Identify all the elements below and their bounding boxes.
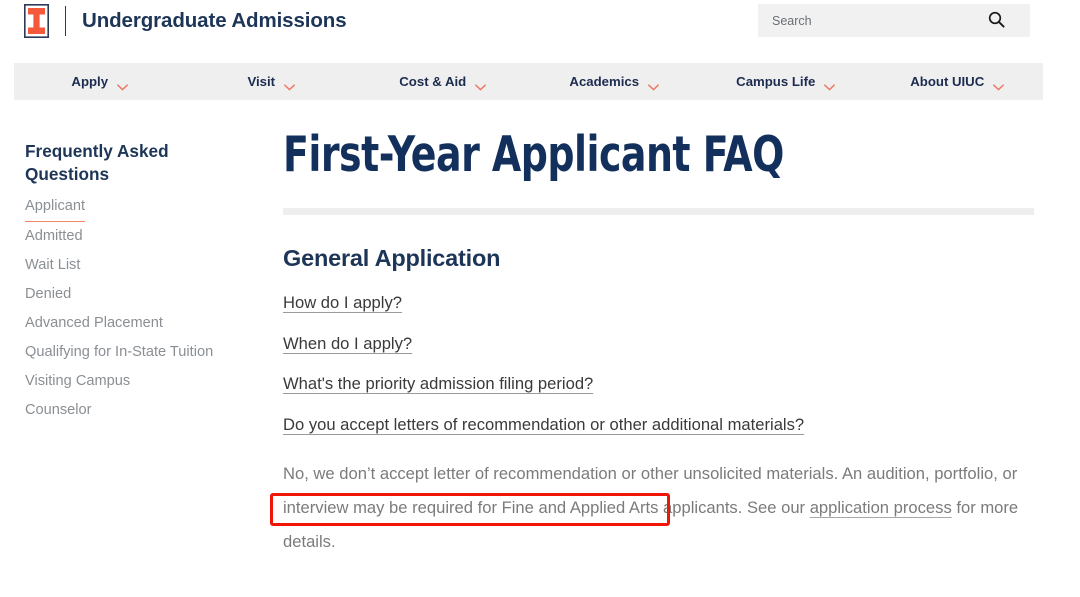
- nav-label: Academics: [569, 74, 640, 89]
- nav-label: Visit: [247, 74, 276, 89]
- nav-item-about-uiuc[interactable]: About UIUC: [872, 63, 1044, 100]
- answer-paragraph: No, we don’t accept letter of recommenda…: [283, 457, 1035, 559]
- section-heading-general-application: General Application: [283, 244, 501, 271]
- sidebar-item-applicant[interactable]: Applicant: [25, 192, 86, 222]
- chevron-down-icon: [117, 78, 129, 91]
- nav-label: Cost & Aid: [399, 74, 467, 89]
- nav-label: Apply: [71, 74, 109, 89]
- search-input[interactable]: [758, 5, 976, 36]
- nav-item-cost-and-aid[interactable]: Cost & Aid: [357, 63, 529, 100]
- chevron-down-icon: [993, 78, 1005, 91]
- sidebar-item-wait-list[interactable]: Wait List: [25, 251, 80, 280]
- faq-sidebar: Frequently Asked Questions Applicant Adm…: [25, 140, 265, 425]
- main-content: First-Year Applicant FAQ General Applica…: [283, 126, 1043, 559]
- sidebar-item-admitted[interactable]: Admitted: [25, 222, 83, 251]
- nav-label: About UIUC: [910, 74, 985, 89]
- sidebar-item-qualifying-in-state-tuition[interactable]: Qualifying for In-State Tuition: [25, 338, 213, 367]
- sidebar-item-advanced-placement[interactable]: Advanced Placement: [25, 309, 163, 338]
- answer-highlighted-text: No, we don’t accept letter of recommenda…: [283, 463, 617, 483]
- nav-item-apply[interactable]: Apply: [14, 63, 186, 100]
- sidebar-item-visiting-campus[interactable]: Visiting Campus: [25, 367, 130, 396]
- question-list: How do I apply? When do I apply? What's …: [283, 293, 1043, 435]
- question-link-when-do-i-apply[interactable]: When do I apply?: [283, 334, 412, 353]
- illinois-block-i-logo-icon: [24, 4, 49, 38]
- sidebar-title: Frequently Asked Questions: [25, 141, 169, 184]
- sidebar-item-denied[interactable]: Denied: [25, 280, 71, 309]
- page-title: First-Year Applicant FAQ: [283, 126, 784, 183]
- site-header: Undergraduate Admissions: [0, 0, 1080, 42]
- page-root: Undergraduate Admissions Apply Visit: [0, 0, 1080, 597]
- search-submit-button[interactable]: [976, 5, 1016, 36]
- chevron-down-icon: [824, 78, 836, 91]
- application-process-link[interactable]: application process: [810, 498, 952, 517]
- chevron-down-icon: [475, 78, 487, 91]
- brand[interactable]: Undergraduate Admissions: [24, 2, 347, 40]
- nav-item-visit[interactable]: Visit: [186, 63, 358, 100]
- nav-item-academics[interactable]: Academics: [529, 63, 701, 100]
- brand-divider: [65, 6, 66, 36]
- sidebar-item-counselor[interactable]: Counselor: [25, 396, 92, 425]
- question-link-how-do-i-apply[interactable]: How do I apply?: [283, 293, 402, 312]
- title-divider: [283, 207, 1034, 215]
- nav-label: Campus Life: [736, 74, 816, 89]
- question-link-letters-of-recommendation[interactable]: Do you accept letters of recommendation …: [283, 415, 804, 434]
- chevron-down-icon: [284, 78, 296, 91]
- main-navigation: Apply Visit Cost & Aid Academics Campus …: [14, 63, 1043, 100]
- search-box[interactable]: [758, 4, 1030, 37]
- question-link-priority-filing-period[interactable]: What's the priority admission filing per…: [283, 375, 593, 394]
- nav-item-campus-life[interactable]: Campus Life: [700, 63, 872, 100]
- search-icon: [988, 11, 1005, 31]
- site-title: Undergraduate Admissions: [82, 8, 347, 32]
- chevron-down-icon: [648, 78, 660, 91]
